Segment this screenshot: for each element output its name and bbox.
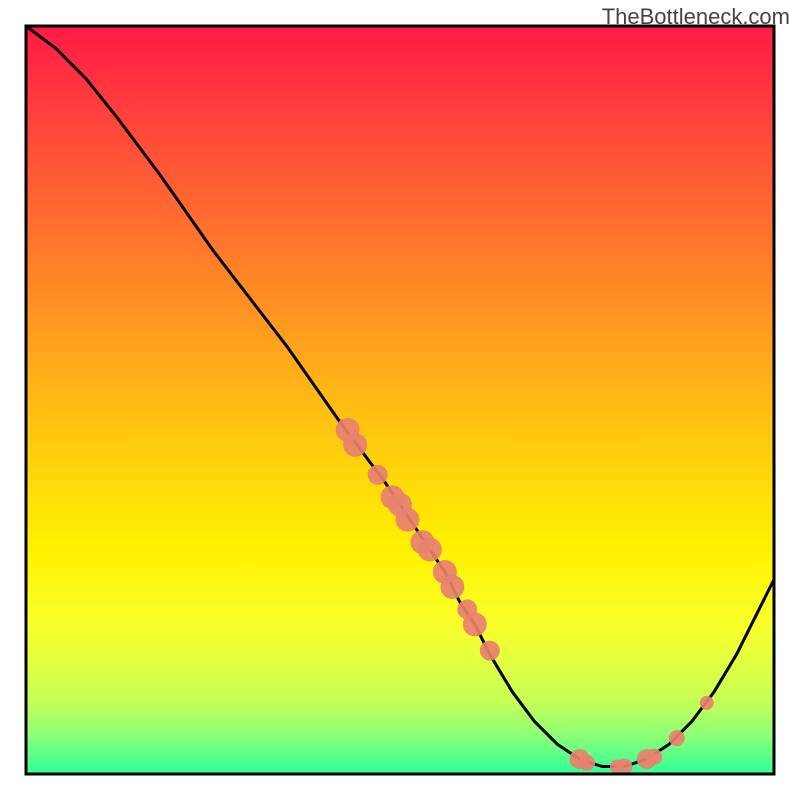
data-marker	[396, 508, 420, 532]
plot-background	[26, 26, 774, 774]
data-marker	[440, 575, 464, 599]
data-marker	[463, 612, 487, 636]
data-marker	[579, 755, 595, 771]
data-marker	[343, 433, 367, 457]
data-marker	[669, 730, 685, 746]
data-marker	[616, 759, 632, 775]
chart-svg	[0, 0, 800, 800]
data-marker	[700, 696, 714, 710]
data-marker	[646, 749, 662, 765]
data-marker	[418, 538, 442, 562]
data-marker	[480, 641, 500, 661]
data-marker	[368, 465, 388, 485]
chart-container: TheBottleneck.com	[0, 0, 800, 800]
watermark-label: TheBottleneck.com	[602, 4, 790, 30]
